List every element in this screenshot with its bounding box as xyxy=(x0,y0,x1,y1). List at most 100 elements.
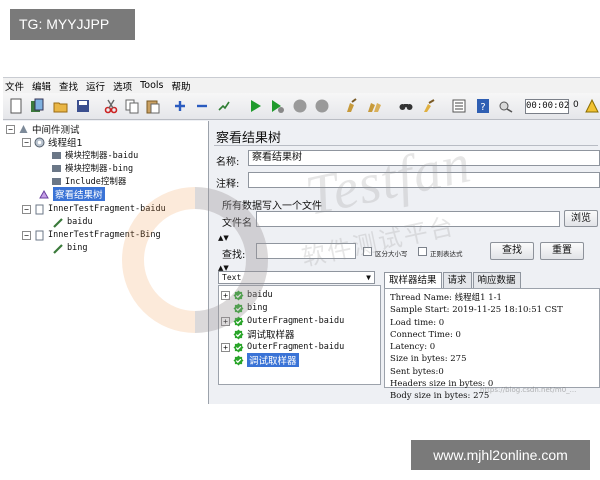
result-node-baidu[interactable]: + baidu xyxy=(221,289,273,301)
tree-node-results-tree[interactable]: 察看结果树 xyxy=(39,187,105,201)
function-helper-icon[interactable] xyxy=(450,97,468,115)
result-node-outer-fragment[interactable]: + OuterFragment-baidu xyxy=(221,341,344,353)
reset-button[interactable]: 重置 xyxy=(540,242,584,260)
tree-node-module-controller-baidu[interactable]: 模块控制器-baidu xyxy=(51,149,138,161)
start-icon[interactable] xyxy=(246,97,264,115)
expand-toggle[interactable]: − xyxy=(22,204,31,214)
tab-request[interactable]: 请求 xyxy=(442,272,472,288)
expand-toggle[interactable]: − xyxy=(22,230,31,240)
elapsed-timer: 00:00:02 xyxy=(525,99,569,114)
clear-icon[interactable] xyxy=(343,97,361,115)
chevron-down-icon: ▼ xyxy=(366,273,371,282)
sampler-icon xyxy=(53,243,64,254)
open-icon[interactable] xyxy=(52,97,70,115)
success-check-icon xyxy=(233,355,244,366)
warning-icon[interactable] xyxy=(583,97,600,115)
include-controller-icon xyxy=(51,176,62,187)
paste-icon[interactable] xyxy=(144,97,162,115)
expand-toggle[interactable]: − xyxy=(22,137,31,147)
renderer-select[interactable]: Text ▼ xyxy=(218,271,375,284)
templates-icon[interactable] xyxy=(28,97,46,115)
success-check-icon xyxy=(233,290,244,301)
tab-sampler-result[interactable]: 取样器结果 xyxy=(384,272,442,288)
view-results-tree-panel: 察看结果树 名称: 察看结果树 注释: 所有数据写入一个文件 文件名 浏览 ▲▼… xyxy=(210,121,600,404)
expand-toggle[interactable]: − xyxy=(6,124,15,134)
tree-node-sampler-baidu[interactable]: baidu xyxy=(53,216,93,228)
menu-edit[interactable]: 编辑 xyxy=(32,79,51,93)
menu-options[interactable]: 选项 xyxy=(113,79,132,93)
site-badge: www.mjhl2online.com xyxy=(411,440,590,470)
menu-search[interactable]: 查找 xyxy=(59,79,78,93)
success-check-icon xyxy=(233,316,244,327)
name-label: 名称: xyxy=(216,157,240,168)
menu-run[interactable]: 运行 xyxy=(86,79,105,93)
tree-label: 察看结果树 xyxy=(53,187,105,201)
jmeter-window: 文件 编辑 查找 运行 选项 Tools 帮助 ? 00:00:02 0 − 中… xyxy=(3,77,600,404)
menu-tools[interactable]: Tools xyxy=(140,80,163,91)
tree-label: 模块控制器-bing xyxy=(65,164,134,174)
search-field[interactable] xyxy=(256,243,356,259)
save-icon[interactable] xyxy=(74,97,92,115)
copy-icon[interactable] xyxy=(123,97,141,115)
test-fragment-icon xyxy=(34,204,45,215)
reset-search-icon[interactable] xyxy=(420,97,438,115)
menu-help[interactable]: 帮助 xyxy=(171,79,190,93)
toggle-icon[interactable] xyxy=(215,97,233,115)
module-controller-icon xyxy=(51,163,62,174)
result-node-debug-sampler-selected[interactable]: 调试取样器 xyxy=(233,353,299,367)
module-controller-icon xyxy=(51,150,62,161)
tree-label: bing xyxy=(67,243,88,253)
results-tree-icon xyxy=(39,189,50,200)
collapse-arrows-icon[interactable]: ▲▼ xyxy=(218,234,229,242)
expand-toggle[interactable]: + xyxy=(221,290,230,300)
collapse-icon[interactable] xyxy=(193,97,211,115)
detail-line: Connect Time: 0 xyxy=(390,329,461,340)
filename-field[interactable] xyxy=(256,211,560,227)
result-label: OuterFragment-baidu xyxy=(247,316,345,326)
name-field[interactable]: 察看结果树 xyxy=(248,150,600,166)
result-node-debug-sampler[interactable]: 调试取样器 xyxy=(233,328,295,341)
case-sensitive-checkbox[interactable] xyxy=(363,247,372,256)
warning-counter: 0 xyxy=(573,100,579,110)
write-all-label: 所有数据写入一个文件 xyxy=(222,201,322,212)
filename-label: 文件名 xyxy=(222,218,252,229)
help-icon[interactable]: ? xyxy=(474,97,492,115)
new-icon[interactable] xyxy=(7,97,25,115)
result-node-bing[interactable]: bing xyxy=(233,302,267,314)
panel-title: 察看结果树 xyxy=(216,131,282,146)
test-plan-tree: − 中间件测试 − 线程组1 模块控制器-baidu 模块控制器-bing In… xyxy=(3,121,209,404)
comment-field[interactable] xyxy=(248,172,600,188)
svg-text:?: ? xyxy=(480,102,485,113)
tree-node-sampler-bing[interactable]: bing xyxy=(53,242,87,254)
test-fragment-icon xyxy=(34,230,45,241)
tree-node-inner-fragment-bing[interactable]: − InnerTestFragment-Bing xyxy=(22,229,161,241)
expand-toggle[interactable]: + xyxy=(221,342,230,352)
tree-label: 模块控制器-baidu xyxy=(65,151,139,161)
browse-button[interactable]: 浏览 xyxy=(564,210,598,227)
thread-group-icon xyxy=(34,137,45,148)
clear-all-icon[interactable] xyxy=(365,97,383,115)
search-icon[interactable] xyxy=(397,97,415,115)
result-label: 调试取样器 xyxy=(247,330,295,341)
stop-icon[interactable] xyxy=(291,97,309,115)
start-no-pause-icon[interactable] xyxy=(268,97,286,115)
expand-icon[interactable] xyxy=(171,97,189,115)
shutdown-icon[interactable] xyxy=(313,97,331,115)
tree-node-module-controller-bing[interactable]: 模块控制器-bing xyxy=(51,162,133,174)
detail-line: Load time: 0 xyxy=(390,317,445,328)
tree-node-test-plan[interactable]: − 中间件测试 xyxy=(6,123,80,136)
remote-icon[interactable] xyxy=(497,97,515,115)
tab-response-data[interactable]: 响应数据 xyxy=(472,272,521,288)
tree-label: InnerTestFragment-baidu xyxy=(48,204,166,214)
search-button[interactable]: 查找 xyxy=(490,242,534,260)
expand-toggle[interactable]: + xyxy=(221,316,230,326)
menu-file[interactable]: 文件 xyxy=(5,79,24,93)
tree-node-include-controller[interactable]: Include控制器 xyxy=(51,175,126,187)
result-node-outer-fragment[interactable]: + OuterFragment-baidu xyxy=(221,315,344,327)
tree-node-thread-group[interactable]: − 线程组1 xyxy=(22,136,83,149)
regex-checkbox[interactable] xyxy=(418,247,427,256)
test-plan-icon xyxy=(18,124,29,135)
tree-node-inner-fragment-baidu[interactable]: − InnerTestFragment-baidu xyxy=(22,203,166,215)
cut-icon[interactable] xyxy=(102,97,120,115)
detail-line: Size in bytes: 275 xyxy=(390,354,467,365)
